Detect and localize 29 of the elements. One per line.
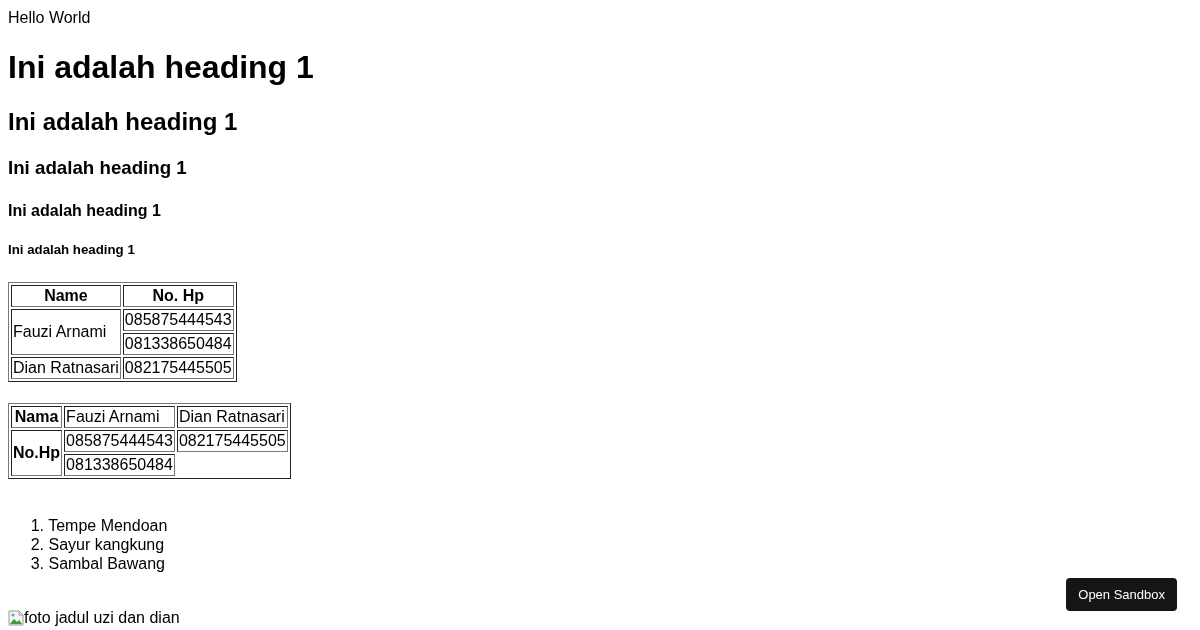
table-cell: 081338650484	[64, 454, 175, 476]
table-header-cell: No.Hp	[11, 430, 63, 476]
broken-image-icon	[8, 610, 24, 626]
table-cell: Dian Ratnasari	[176, 406, 288, 428]
image-alt-text: foto jadul uzi dan dian	[24, 609, 180, 627]
table-cell: Fauzi Arnami	[11, 309, 121, 355]
open-sandbox-button[interactable]: Open Sandbox	[1066, 578, 1177, 611]
list-number: 1.	[29, 516, 44, 535]
table-cell: 085875444543	[122, 309, 234, 331]
table-cell: 081338650484	[122, 333, 234, 355]
heading: Ini adalah heading 1	[8, 156, 188, 180]
list-item-text: Tempe Mendoan	[48, 517, 168, 534]
table-header-cell: Nama	[11, 406, 63, 428]
table-cell: 082175445505	[176, 430, 288, 452]
table-cell: Fauzi Arnami	[64, 406, 175, 428]
table-header-cell: No. Hp	[122, 285, 234, 307]
table-header-cell: Name	[11, 285, 121, 307]
table-cell: 082175445505	[122, 357, 234, 379]
heading: Ini adalah heading 1	[8, 242, 136, 258]
list-item-text: Sayur kangkung	[48, 536, 165, 553]
page-text: Hello World	[8, 8, 92, 27]
list-number: 2.	[29, 535, 44, 554]
heading: Ini adalah heading 1	[8, 200, 162, 220]
list-item-text: Sambal Bawang	[48, 555, 165, 572]
heading: Ini adalah heading 1	[8, 48, 315, 87]
heading: Ini adalah heading 1	[8, 108, 239, 138]
table-cell: Dian Ratnasari	[11, 357, 121, 379]
table-cell: 085875444543	[64, 430, 175, 452]
list-number: 3.	[29, 554, 44, 573]
